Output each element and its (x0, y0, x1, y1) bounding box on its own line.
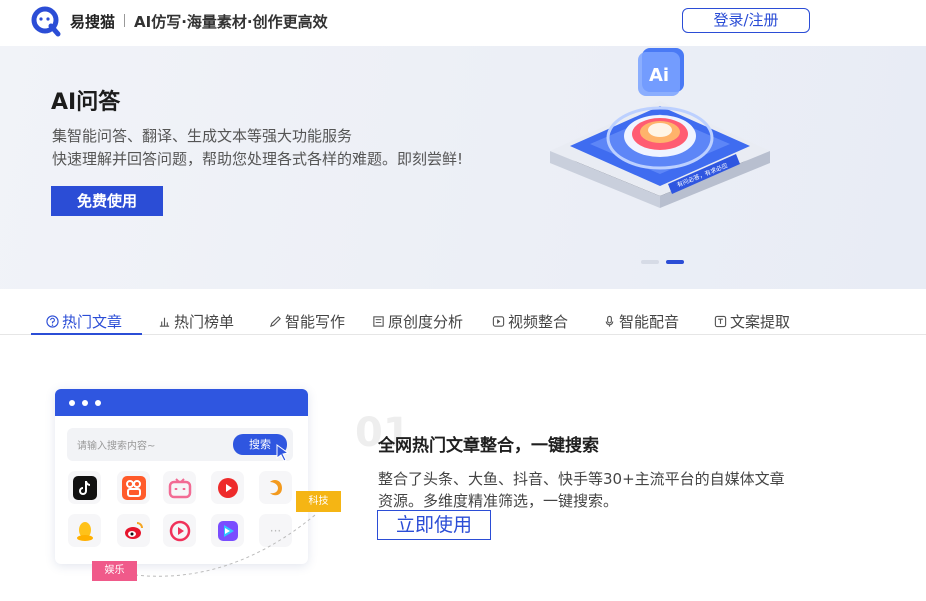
feature-description-line1: 整合了头条、大鱼、抖音、快手等30+主流平台的自媒体文章 (378, 470, 785, 488)
document-icon (373, 315, 384, 327)
feature-title: 全网热门文章整合，一键搜索 (378, 436, 599, 456)
illustration-search-box: 请输入搜索内容~ 搜索 (67, 428, 293, 462)
tab-label: 热门文章 (62, 312, 123, 331)
banner-description-line1: 集智能问答、翻译、生成文本等强大功能服务 (52, 127, 353, 145)
logo-icon[interactable] (30, 5, 62, 37)
top-header: 易搜猫 AI仿写·海量素材·创作更高效 登录/注册 (0, 0, 926, 46)
feature-tabs: 热门文章 热门榜单 智能写作 原创度分析 视频整合 智能配音 文案提取 (0, 300, 926, 335)
tab-smart-dubbing[interactable]: 智能配音 (603, 308, 679, 334)
ai-badge-text: Ai (649, 65, 669, 86)
window-dot (95, 400, 101, 406)
tab-smart-writing[interactable]: 智能写作 (269, 308, 345, 334)
tag-entertainment: 娱乐 (92, 561, 137, 581)
bar-chart-icon (159, 317, 170, 327)
active-tab-indicator (31, 333, 142, 335)
window-dot (82, 400, 88, 406)
tab-label: 原创度分析 (388, 312, 464, 331)
banner-title: AI问答 (51, 90, 121, 115)
tab-originality-analysis[interactable]: 原创度分析 (372, 308, 463, 334)
dashed-connector (134, 514, 316, 577)
pencil-icon (269, 315, 281, 327)
tab-label: 智能配音 (619, 312, 680, 331)
bilibili-icon (163, 471, 196, 504)
tab-label: 热门榜单 (174, 312, 235, 331)
question-circle-icon (46, 314, 59, 328)
brand-name: 易搜猫 (70, 13, 116, 31)
header-divider (124, 14, 125, 27)
carousel-dot-2-active[interactable] (666, 260, 684, 264)
tab-hot-articles[interactable]: 热门文章 (46, 308, 122, 334)
header-slogan: AI仿写·海量素材·创作更高效 (134, 13, 328, 31)
microphone-icon (605, 315, 614, 327)
window-title-bar (55, 389, 308, 416)
youtube-icon (211, 471, 244, 504)
kuaishou-icon (117, 471, 150, 504)
play-icon (492, 315, 505, 327)
banner-description-line2: 快速理解并回答问题，帮助您处理各式各样的难题。即刻尝鲜! (52, 150, 464, 168)
douyin-icon (68, 471, 101, 504)
tab-label: 视频整合 (508, 312, 569, 331)
feature-description-line2: 资源。多维度精准筛选，一键搜索。 (378, 492, 619, 510)
tab-copy-extraction[interactable]: 文案提取 (714, 308, 790, 334)
window-dot (69, 400, 75, 406)
carousel-dot-1[interactable] (641, 260, 659, 264)
illustration-search-placeholder: 请输入搜索内容~ (77, 441, 156, 452)
tab-hot-rankings[interactable]: 热门榜单 (158, 308, 234, 334)
tab-label: 智能写作 (285, 312, 346, 331)
qq-icon (68, 514, 101, 547)
ai-platform-illustration: Ai 有问必答，有求必应 (550, 48, 770, 208)
tab-label: 文案提取 (730, 312, 791, 331)
text-box-icon (714, 315, 727, 327)
use-now-button[interactable]: 立即使用 (377, 510, 491, 540)
tag-tech: 科技 (296, 491, 341, 512)
hero-banner: AI问答 集智能问答、翻译、生成文本等强大功能服务 快速理解并回答问题，帮助您处… (0, 46, 926, 289)
tab-video-integration[interactable]: 视频整合 (492, 308, 568, 334)
login-register-button[interactable]: 登录/注册 (682, 8, 810, 33)
cursor-icon (276, 444, 290, 462)
sohu-icon (259, 471, 292, 504)
free-use-button[interactable]: 免费使用 (51, 186, 163, 216)
